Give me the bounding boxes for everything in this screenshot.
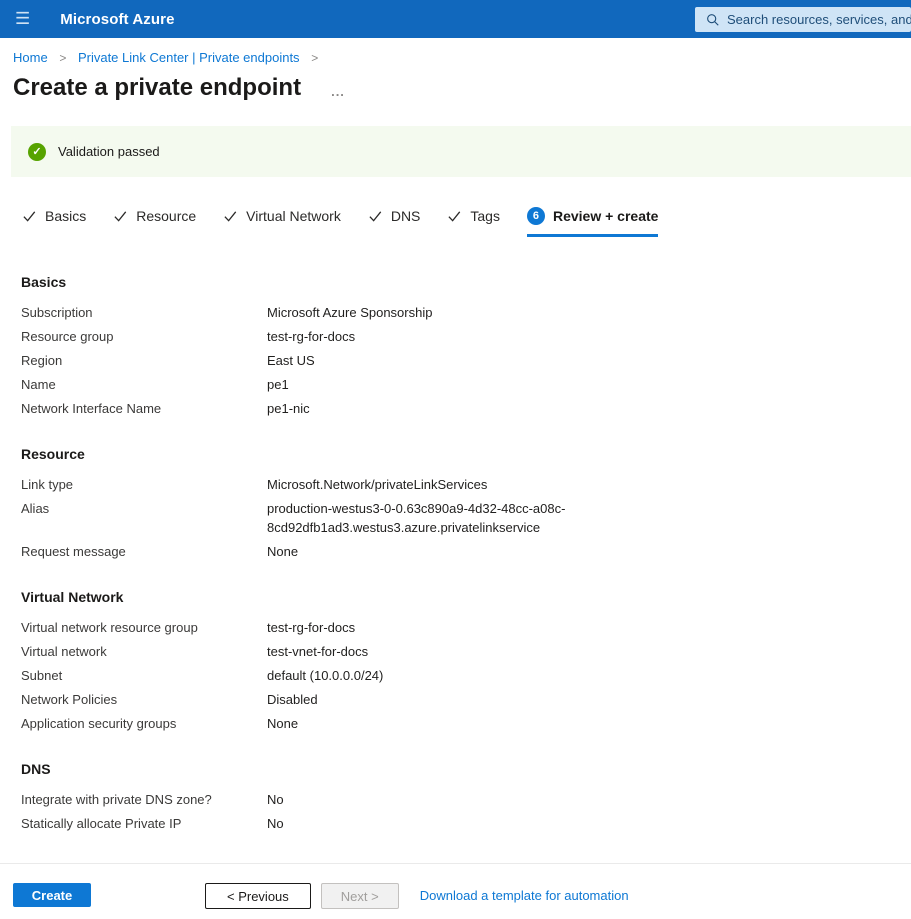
review-row: Application security groups None: [21, 714, 911, 733]
tab-label: Resource: [136, 208, 196, 224]
download-template-link[interactable]: Download a template for automation: [420, 883, 629, 909]
row-value: Disabled: [267, 690, 318, 709]
row-value: test-rg-for-docs: [267, 618, 355, 637]
row-value: Microsoft.Network/privateLinkServices: [267, 475, 487, 494]
review-section: Resource Link type Microsoft.Network/pri…: [21, 446, 911, 561]
review-row: Statically allocate Private IP No: [21, 814, 911, 833]
row-label: Alias: [21, 499, 267, 537]
row-label: Resource group: [21, 327, 267, 346]
previous-button[interactable]: < Previous: [205, 883, 311, 909]
section-title: Basics: [21, 274, 911, 290]
create-button[interactable]: Create: [13, 883, 91, 907]
row-label: Subscription: [21, 303, 267, 322]
breadcrumb-home[interactable]: Home: [13, 50, 48, 65]
section-title: Resource: [21, 446, 911, 462]
review-row: Link type Microsoft.Network/privateLinkS…: [21, 475, 911, 494]
row-value: pe1-nic: [267, 399, 310, 418]
app-title: Microsoft Azure: [60, 11, 174, 28]
review-row: Virtual network test-vnet-for-docs: [21, 642, 911, 661]
review-row: Network Policies Disabled: [21, 690, 911, 709]
section-rows: Link type Microsoft.Network/privateLinkS…: [21, 475, 911, 561]
row-value: No: [267, 790, 284, 809]
check-icon: [223, 209, 238, 223]
tab-dns[interactable]: DNS: [368, 207, 421, 237]
row-label: Region: [21, 351, 267, 370]
section-title: DNS: [21, 761, 911, 777]
review-row: Virtual network resource group test-rg-f…: [21, 618, 911, 637]
tab-label: Tags: [470, 208, 500, 224]
review-row: Region East US: [21, 351, 911, 370]
hamburger-menu-icon[interactable]: ☰: [0, 0, 45, 38]
success-check-icon: ✓: [28, 143, 46, 161]
chevron-right-icon: >: [311, 51, 318, 65]
row-label: Network Policies: [21, 690, 267, 709]
title-row: Create a private endpoint ...: [13, 74, 911, 102]
row-label: Application security groups: [21, 714, 267, 733]
tab-review-create[interactable]: 6 Review + create: [527, 207, 658, 237]
breadcrumb: Home > Private Link Center | Private end…: [0, 38, 911, 65]
tab-tags[interactable]: Tags: [447, 207, 500, 237]
review-row: Integrate with private DNS zone? No: [21, 790, 911, 809]
section-rows: Integrate with private DNS zone? No Stat…: [21, 790, 911, 833]
search-icon: [706, 13, 720, 27]
tab-virtual-network[interactable]: Virtual Network: [223, 207, 341, 237]
tab-resource[interactable]: Resource: [113, 207, 196, 237]
breadcrumb-private-link-center[interactable]: Private Link Center | Private endpoints: [78, 50, 300, 65]
row-value: test-rg-for-docs: [267, 327, 355, 346]
tab-label: Basics: [45, 208, 86, 224]
review-section: Virtual Network Virtual network resource…: [21, 589, 911, 733]
tab-label: Review + create: [553, 208, 658, 224]
search-input[interactable]: [727, 12, 911, 27]
check-icon: [447, 209, 462, 223]
row-label: Link type: [21, 475, 267, 494]
footer-bar: Create < Previous Next > Download a temp…: [0, 863, 911, 919]
row-value: Microsoft Azure Sponsorship: [267, 303, 432, 322]
review-row: Resource group test-rg-for-docs: [21, 327, 911, 346]
check-icon: [113, 209, 128, 223]
row-label: Subnet: [21, 666, 267, 685]
row-label: Integrate with private DNS zone?: [21, 790, 267, 809]
review-section: DNS Integrate with private DNS zone? No …: [21, 761, 911, 833]
review-row: Subnet default (10.0.0.0/24): [21, 666, 911, 685]
row-label: Statically allocate Private IP: [21, 814, 267, 833]
global-search[interactable]: [695, 7, 911, 32]
validation-banner: ✓ Validation passed: [11, 126, 911, 177]
tab-label: DNS: [391, 208, 421, 224]
row-value: default (10.0.0.0/24): [267, 666, 383, 685]
row-value: production-westus3-0-0.63c890a9-4d32-48c…: [267, 499, 587, 537]
check-icon: [368, 209, 383, 223]
row-label: Virtual network resource group: [21, 618, 267, 637]
more-options-icon[interactable]: ...: [331, 87, 345, 97]
row-value: None: [267, 542, 298, 561]
row-label: Request message: [21, 542, 267, 561]
page-title: Create a private endpoint: [13, 74, 301, 102]
validation-message: Validation passed: [58, 144, 160, 159]
row-value: No: [267, 814, 284, 833]
review-row: Alias production-westus3-0-0.63c890a9-4d…: [21, 499, 911, 537]
review-section: Basics Subscription Microsoft Azure Spon…: [21, 274, 911, 418]
row-value: None: [267, 714, 298, 733]
row-label: Virtual network: [21, 642, 267, 661]
next-button[interactable]: Next >: [321, 883, 399, 909]
top-bar: ☰ Microsoft Azure: [0, 0, 911, 38]
chevron-right-icon: >: [59, 51, 66, 65]
tab-basics[interactable]: Basics: [22, 207, 86, 237]
section-rows: Subscription Microsoft Azure Sponsorship…: [21, 303, 911, 418]
row-label: Network Interface Name: [21, 399, 267, 418]
sections: Basics Subscription Microsoft Azure Spon…: [21, 274, 911, 833]
step-number-badge: 6: [527, 207, 545, 225]
row-value: pe1: [267, 375, 289, 394]
review-row: Subscription Microsoft Azure Sponsorship: [21, 303, 911, 322]
section-rows: Virtual network resource group test-rg-f…: [21, 618, 911, 733]
tab-label: Virtual Network: [246, 208, 341, 224]
review-row: Network Interface Name pe1-nic: [21, 399, 911, 418]
check-icon: [22, 209, 37, 223]
section-title: Virtual Network: [21, 589, 911, 605]
row-value: test-vnet-for-docs: [267, 642, 368, 661]
wizard-tabs: Basics Resource Virtual Network DNS Tags…: [22, 207, 911, 237]
row-value: East US: [267, 351, 315, 370]
review-row: Name pe1: [21, 375, 911, 394]
row-label: Name: [21, 375, 267, 394]
review-row: Request message None: [21, 542, 911, 561]
